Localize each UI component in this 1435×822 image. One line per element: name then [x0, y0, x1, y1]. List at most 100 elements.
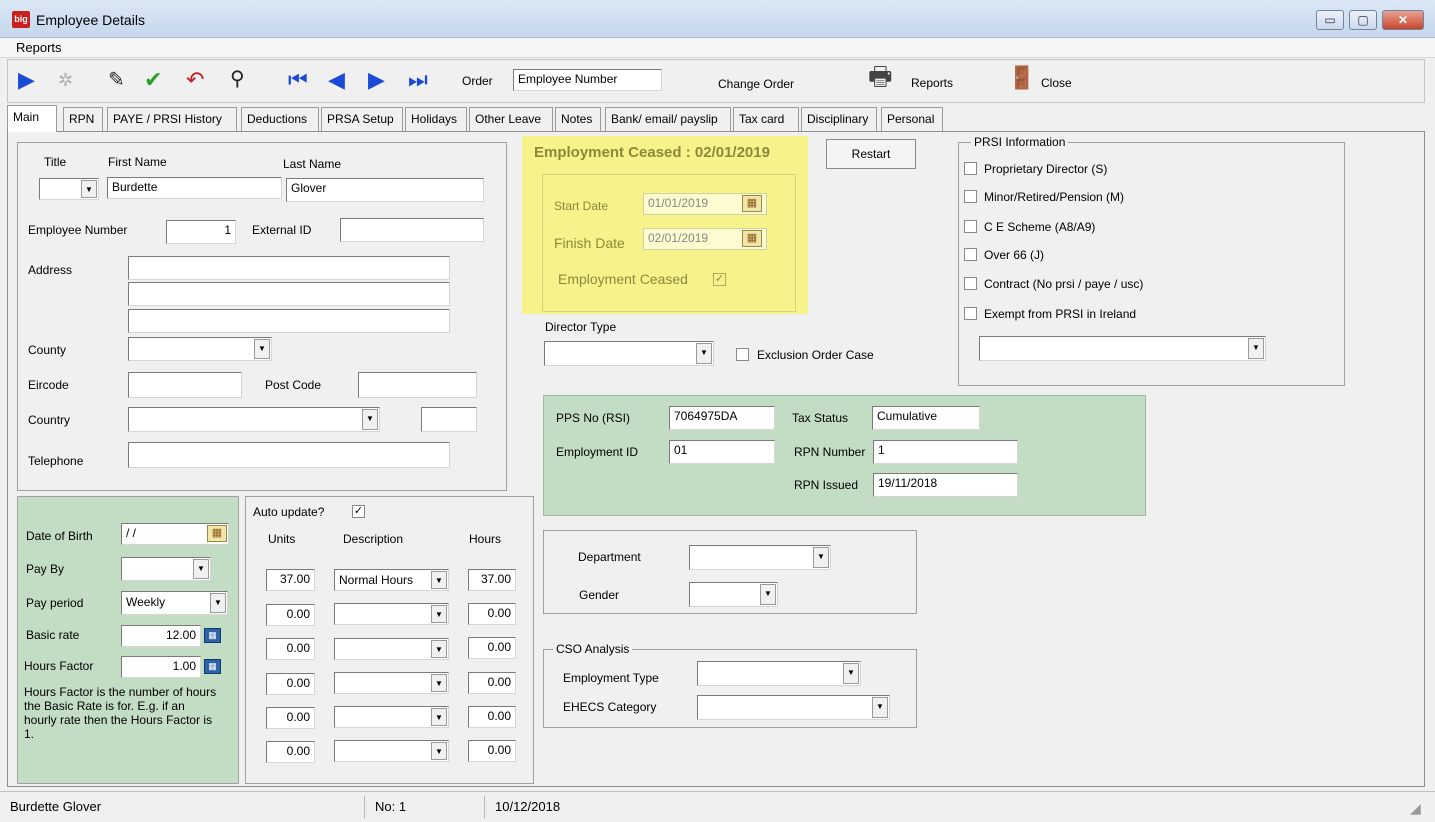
change-order-button[interactable]: Change Order: [718, 77, 794, 91]
description-select[interactable]: ▼: [334, 706, 449, 728]
auto-update-checkbox[interactable]: ✓: [352, 505, 365, 518]
tab-disciplinary[interactable]: Disciplinary: [801, 107, 877, 131]
country-code-field[interactable]: [421, 407, 477, 432]
undo-icon[interactable]: ↶: [186, 68, 204, 92]
hours-field[interactable]: 0.00: [468, 672, 516, 694]
door-exit-icon[interactable]: 🚪: [1008, 66, 1035, 90]
chevron-down-icon[interactable]: ▼: [431, 571, 447, 589]
chevron-down-icon[interactable]: ▼: [193, 559, 209, 579]
calculator-icon[interactable]: ▦: [204, 659, 221, 674]
tab-other-leave[interactable]: Other Leave: [469, 107, 553, 131]
basic-rate-field[interactable]: 12.00: [121, 625, 201, 647]
calendar-icon[interactable]: ▦: [207, 525, 227, 542]
close-button[interactable]: Close: [1041, 76, 1072, 90]
next-record-icon[interactable]: ▶: [368, 68, 385, 92]
calendar-icon[interactable]: ▦: [742, 230, 762, 247]
tab-deductions[interactable]: Deductions: [241, 107, 319, 131]
description-select[interactable]: ▼: [334, 672, 449, 694]
close-window-button[interactable]: ✕: [1382, 10, 1424, 30]
director-type-select[interactable]: ▼: [544, 341, 714, 366]
exclusion-order-checkbox[interactable]: [736, 348, 749, 361]
prsi-option-checkbox[interactable]: [964, 307, 977, 320]
calendar-icon[interactable]: ▦: [742, 195, 762, 212]
post-code-field[interactable]: [358, 372, 477, 398]
tab-tax-card[interactable]: Tax card: [733, 107, 799, 131]
units-field[interactable]: 0.00: [266, 741, 315, 763]
chevron-down-icon[interactable]: ▼: [843, 663, 859, 684]
department-select[interactable]: ▼: [689, 545, 831, 570]
printer-icon[interactable]: 🖶: [868, 63, 893, 89]
chevron-down-icon[interactable]: ▼: [760, 584, 776, 605]
hours-field[interactable]: 0.00: [468, 637, 516, 659]
menu-reports[interactable]: Reports: [16, 40, 62, 55]
search-icon[interactable]: ⚲: [230, 67, 245, 91]
description-select[interactable]: ▼: [334, 603, 449, 625]
country-select[interactable]: ▼: [128, 407, 380, 432]
order-field[interactable]: Employee Number: [513, 69, 662, 91]
telephone-field[interactable]: [128, 442, 450, 468]
chevron-down-icon[interactable]: ▼: [81, 180, 97, 198]
tab-main[interactable]: Main: [7, 105, 57, 132]
chevron-down-icon[interactable]: ▼: [431, 605, 447, 623]
tab-bank-email-payslip[interactable]: Bank/ email/ payslip: [605, 107, 731, 131]
address-line-3-field[interactable]: [128, 309, 450, 333]
rpn-number-field[interactable]: 1: [873, 440, 1018, 464]
units-field[interactable]: 37.00: [266, 569, 315, 591]
tab-prsa-setup[interactable]: PRSA Setup: [321, 107, 403, 131]
hours-factor-field[interactable]: 1.00: [121, 656, 201, 678]
title-select[interactable]: ▼: [39, 178, 99, 200]
chevron-down-icon[interactable]: ▼: [431, 708, 447, 726]
eircode-field[interactable]: [128, 372, 242, 398]
tab-notes[interactable]: Notes: [555, 107, 601, 131]
units-field[interactable]: 0.00: [266, 638, 315, 660]
hours-field[interactable]: 0.00: [468, 603, 516, 625]
hours-field[interactable]: 0.00: [468, 706, 516, 728]
last-record-icon[interactable]: ⏭: [408, 68, 428, 92]
calculator-icon[interactable]: ▦: [204, 628, 221, 643]
edit-pencil-icon[interactable]: ✎: [108, 68, 125, 92]
delete-icon[interactable]: ✲: [58, 68, 73, 92]
prsi-class-select[interactable]: ▼: [979, 336, 1266, 361]
prsi-option-checkbox[interactable]: [964, 248, 977, 261]
description-select[interactable]: ▼: [334, 740, 449, 762]
tab-paye-prsi-history[interactable]: PAYE / PRSI History: [107, 107, 237, 131]
prsi-option-checkbox[interactable]: [964, 277, 977, 290]
chevron-down-icon[interactable]: ▼: [362, 409, 378, 430]
prsi-option-checkbox[interactable]: [964, 220, 977, 233]
tab-personal[interactable]: Personal: [881, 107, 943, 131]
chevron-down-icon[interactable]: ▼: [1248, 338, 1264, 359]
pps-field[interactable]: 7064975DA: [669, 406, 775, 430]
tax-status-field[interactable]: Cumulative: [872, 406, 980, 430]
chevron-down-icon[interactable]: ▼: [696, 343, 712, 364]
reports-button[interactable]: Reports: [911, 76, 953, 90]
units-field[interactable]: 0.00: [266, 673, 315, 695]
prsi-option-checkbox[interactable]: [964, 190, 977, 203]
pay-period-select[interactable]: Weekly ▼: [121, 591, 228, 615]
tab-rpn[interactable]: RPN: [63, 107, 103, 131]
tab-holidays[interactable]: Holidays: [405, 107, 467, 131]
employment-ceased-checkbox[interactable]: ✓: [713, 273, 726, 286]
gender-select[interactable]: ▼: [689, 582, 778, 607]
minimize-button[interactable]: ▭: [1316, 10, 1344, 30]
chevron-down-icon[interactable]: ▼: [813, 547, 829, 568]
first-name-field[interactable]: Burdette: [107, 177, 282, 199]
chevron-down-icon[interactable]: ▼: [431, 640, 447, 658]
units-field[interactable]: 0.00: [266, 604, 315, 626]
chevron-down-icon[interactable]: ▼: [254, 339, 270, 359]
hours-field[interactable]: 0.00: [468, 740, 516, 762]
units-field[interactable]: 0.00: [266, 707, 315, 729]
hours-field[interactable]: 37.00: [468, 569, 516, 591]
chevron-down-icon[interactable]: ▼: [431, 674, 447, 692]
prsi-option-checkbox[interactable]: [964, 162, 977, 175]
restart-button[interactable]: Restart: [826, 139, 916, 169]
previous-record-icon[interactable]: ◀: [328, 68, 345, 92]
external-id-field[interactable]: [340, 218, 484, 242]
chevron-down-icon[interactable]: ▼: [210, 593, 226, 613]
rpn-issued-field[interactable]: 19/11/2018: [873, 473, 1018, 497]
county-select[interactable]: ▼: [128, 337, 272, 361]
save-check-icon[interactable]: ✔: [144, 68, 162, 92]
address-line-1-field[interactable]: [128, 256, 450, 280]
chevron-down-icon[interactable]: ▼: [431, 742, 447, 760]
employment-id-field[interactable]: 01: [669, 440, 775, 464]
first-record-icon[interactable]: ⏮: [288, 68, 308, 92]
